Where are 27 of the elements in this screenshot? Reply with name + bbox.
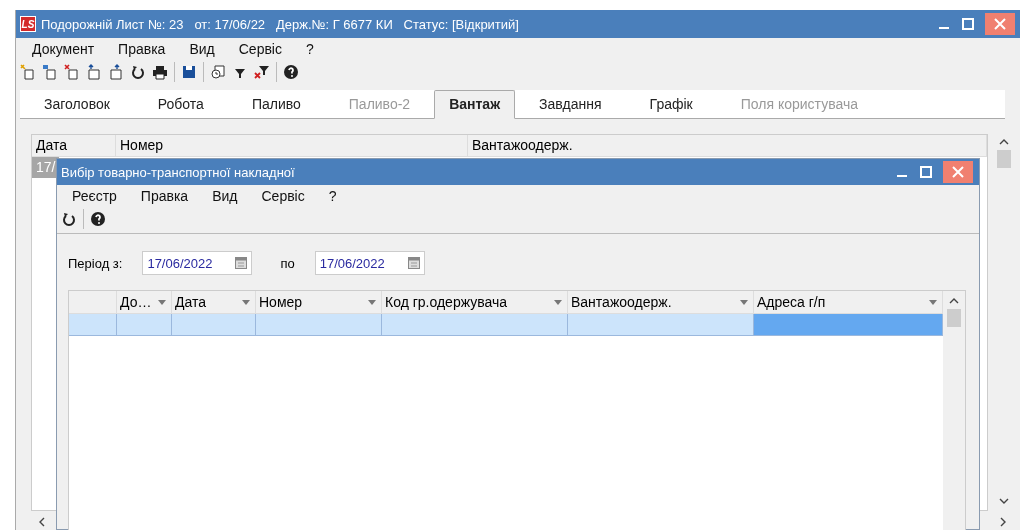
date-field[interactable]: 17/06/2022 (142, 251, 253, 275)
tab[interactable]: Вантаж (434, 90, 516, 119)
column-header[interactable]: Адреса г/п (757, 294, 826, 310)
menu-item[interactable]: Вид (200, 188, 250, 204)
menu-item[interactable]: Реєстр (60, 188, 129, 204)
menu-item[interactable]: ? (293, 41, 326, 57)
column-header[interactable]: Дата (32, 135, 116, 156)
period-label: Період з: (68, 255, 123, 271)
window-title: Подорожній Лист №: 23 от: 17/06/22 Держ.№: Г 6677 КИ Статус: [Відкритий] (41, 16, 520, 32)
app-logo: LS (20, 16, 36, 32)
column-header[interactable]: Дата (175, 294, 206, 310)
menu-item[interactable]: ? (316, 188, 349, 204)
date-field[interactable]: 17/06/2022 (314, 251, 425, 275)
column-header[interactable]: Вантажоодерж. (468, 135, 987, 156)
menu-item[interactable]: Вид (177, 41, 227, 57)
menu-item[interactable]: Сервіс (226, 41, 294, 57)
column-header[interactable]: Код гр.одержувача (385, 294, 508, 310)
column-header[interactable]: Номер (259, 294, 303, 310)
menu-item[interactable]: Правка (128, 188, 201, 204)
menu-item[interactable]: Правка (106, 41, 178, 57)
column-header[interactable]: Вантажоодерж. (571, 294, 672, 310)
menu-item[interactable]: Документ (20, 41, 107, 57)
dialog-title: Вибір товарно-транспортної накладної (61, 164, 296, 180)
column-header[interactable]: Номер (116, 135, 468, 156)
column-header[interactable]: До… (120, 294, 152, 310)
menu-item[interactable]: Сервіс (249, 188, 317, 204)
field-label: по (280, 255, 295, 271)
